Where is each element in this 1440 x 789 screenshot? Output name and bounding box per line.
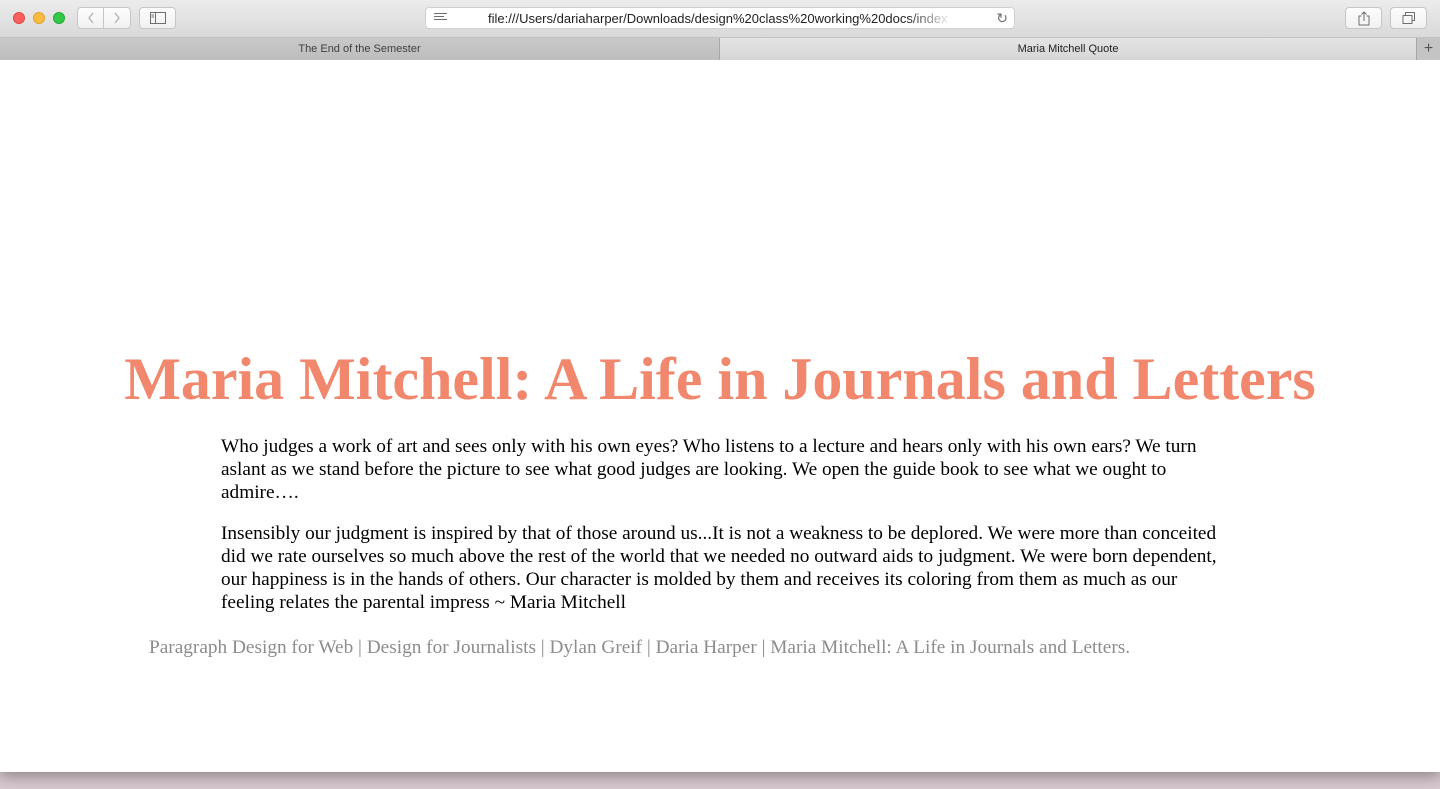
sidebar-icon bbox=[149, 12, 166, 24]
close-window-button[interactable] bbox=[13, 12, 25, 24]
page-content: Maria Mitchell: A Life in Journals and L… bbox=[0, 61, 1440, 772]
quote-paragraph-1: Who judges a work of art and sees only w… bbox=[221, 436, 1197, 503]
tab-bar: The End of the Semester Maria Mitchell Q… bbox=[0, 38, 1440, 60]
plus-icon: + bbox=[1423, 40, 1434, 57]
zoom-window-button[interactable] bbox=[53, 12, 65, 24]
tabs-overview-button[interactable] bbox=[1390, 7, 1427, 29]
sidebar-toggle-button[interactable] bbox=[139, 7, 176, 29]
url-text[interactable]: file:///Users/dariaharper/Downloads/desi… bbox=[488, 11, 953, 27]
back-button[interactable] bbox=[77, 7, 104, 29]
tabs-overview-icon bbox=[1402, 11, 1415, 24]
tab-maria-mitchell-quote[interactable]: Maria Mitchell Quote bbox=[720, 38, 1416, 60]
browser-window: file:///Users/dariaharper/Downloads/desi… bbox=[0, 0, 1440, 772]
chevron-right-icon bbox=[114, 12, 120, 24]
reader-icon[interactable] bbox=[434, 13, 447, 23]
chevron-left-icon bbox=[87, 12, 94, 24]
share-icon bbox=[1358, 10, 1369, 25]
forward-button[interactable] bbox=[104, 7, 131, 29]
quote-paragraph-2: Insensibly our judgment is inspired by t… bbox=[221, 523, 1217, 613]
share-button[interactable] bbox=[1345, 7, 1382, 29]
tab-end-of-semester[interactable]: The End of the Semester bbox=[0, 38, 720, 60]
page-footer: Paragraph Design for Web | Design for Jo… bbox=[149, 637, 1131, 658]
address-bar[interactable]: file:///Users/dariaharper/Downloads/desi… bbox=[425, 7, 1015, 29]
page-title: Maria Mitchell: A Life in Journals and L… bbox=[124, 346, 1316, 412]
browser-toolbar: file:///Users/dariaharper/Downloads/desi… bbox=[0, 0, 1440, 38]
tab-label: The End of the Semester bbox=[298, 43, 421, 55]
new-tab-button[interactable]: + bbox=[1416, 38, 1440, 60]
reload-icon[interactable]: ↻ bbox=[996, 10, 1008, 27]
minimize-window-button[interactable] bbox=[33, 12, 45, 24]
tab-label: Maria Mitchell Quote bbox=[1017, 43, 1119, 55]
navigation-buttons bbox=[77, 7, 131, 29]
quote-block: Who judges a work of art and sees only w… bbox=[221, 435, 1221, 632]
